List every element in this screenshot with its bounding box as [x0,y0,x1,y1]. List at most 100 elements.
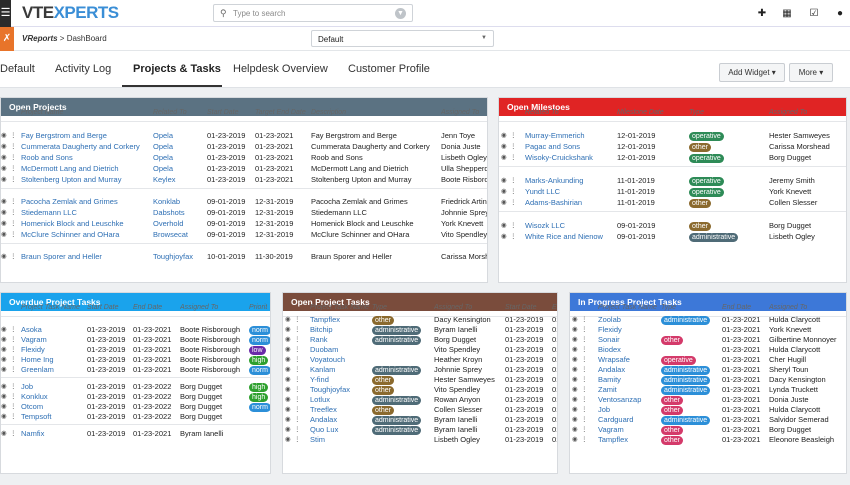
tasks-check-icon[interactable]: ☑ [808,8,820,20]
view-icon[interactable]: ◉ [1,152,7,163]
view-icon[interactable]: ◉ [1,251,7,262]
view-icon[interactable]: ◉ [501,130,507,141]
row-menu-icon[interactable]: ⋮ [294,434,301,445]
column-header[interactable]: End Date [133,302,162,313]
column-header[interactable]: Project Task Name [598,302,657,313]
column-header[interactable]: Project Task Name [310,302,369,313]
table-row[interactable]: ◉ ⋮ Tempsoft 01-23-2019 01-23-2022 Borg Dugge… [1,411,270,422]
column-header[interactable]: Assigned To [434,302,472,313]
record-link[interactable]: Braun Sporer and Heller [21,251,151,262]
column-header[interactable]: Type [372,302,387,313]
row-menu-icon[interactable]: ⋮ [10,163,17,174]
record-link[interactable]: Keylex [153,174,205,185]
tab-default[interactable]: Default [0,63,35,75]
column-header[interactable]: Assigned To [180,302,218,313]
record-link[interactable]: Pacocha Zemlak and Grimes [21,196,151,207]
row-menu-icon[interactable]: ⋮ [10,218,17,229]
record-link[interactable]: Pagac and Sons [525,141,617,152]
table-row[interactable]: ◉ ⋮ Cummerata Daugherty and Corkery Opela 01… [1,141,487,152]
table-row[interactable]: ◉ ⋮ Stiedemann LLC Dabshots 09-01-2019 12-31-… [1,207,487,218]
view-icon[interactable]: ◉ [1,364,7,375]
record-link[interactable]: Stim [310,434,370,445]
table-row[interactable]: ◉ ⋮ Fay Bergstrom and Berge Opela 01-23-2019… [1,130,487,141]
table-row[interactable]: ◉ ⋮ McDermott Lang and Dietrich Opela 01-23-… [1,163,487,174]
column-header[interactable]: Assigned To [441,107,479,118]
column-header[interactable]: Type [689,107,704,118]
record-link[interactable]: Tempsoft [21,411,85,422]
view-icon[interactable]: ◉ [501,186,507,197]
breadcrumb-app[interactable]: VReports [22,34,58,43]
row-menu-icon[interactable]: ⋮ [510,130,517,141]
search-box[interactable]: ⚲ Type to search ▼ [213,4,413,22]
column-header[interactable]: Assigned To [769,302,807,313]
column-header[interactable]: Project Task Name [21,302,80,313]
record-link[interactable]: Namfix [21,428,85,439]
view-icon[interactable]: ◉ [501,231,507,242]
view-icon[interactable]: ◉ [572,434,578,445]
table-row[interactable]: ◉ ⋮ Pacocha Zemlak and Grimes Konklab 09-01-… [1,196,487,207]
row-menu-icon[interactable]: ⋮ [581,434,588,445]
record-link[interactable]: Overhold [153,218,205,229]
table-row[interactable]: ◉ ⋮ Homenick Block and Leuschke Overhold 09-… [1,218,487,229]
tab-activity-log[interactable]: Activity Log [55,63,111,75]
row-menu-icon[interactable]: ⋮ [10,411,17,422]
row-menu-icon[interactable]: ⋮ [10,364,17,375]
record-link[interactable]: Opela [153,152,205,163]
row-menu-icon[interactable]: ⋮ [10,174,17,185]
row-menu-icon[interactable]: ⋮ [510,152,517,163]
column-header[interactable]: Target End Date [255,107,306,118]
column-header[interactable]: Priorit [249,302,267,313]
row-menu-icon[interactable]: ⋮ [510,197,517,208]
row-menu-icon[interactable]: ⋮ [10,251,17,262]
row-menu-icon[interactable]: ⋮ [510,220,517,231]
column-header[interactable]: Start Date [207,107,239,118]
column-header[interactable]: Start Date [505,302,537,313]
column-header[interactable]: Description [311,107,346,118]
column-header[interactable]: En [552,302,557,313]
tab-projects-tasks[interactable]: Projects & Tasks [133,63,221,75]
record-link[interactable]: McClure Schinner and OHara [21,229,151,240]
row-menu-icon[interactable]: ⋮ [510,141,517,152]
row-menu-icon[interactable]: ⋮ [10,207,17,218]
table-row[interactable]: ◉ ⋮ McClure Schinner and OHara Browsecat 09-… [1,229,487,240]
add-widget-button[interactable]: Add Widget ▾ [719,63,785,82]
table-row[interactable]: ◉ ⋮ Wisoky-Cruickshank 12-01-2019 operative B… [499,152,846,163]
column-header[interactable]: Related To [525,107,559,118]
record-link[interactable]: Browsecat [153,229,205,240]
view-icon[interactable]: ◉ [501,152,507,163]
menu-icon[interactable]: ☰ [0,0,11,27]
view-icon[interactable]: ◉ [1,411,7,422]
row-menu-icon[interactable]: ⋮ [10,152,17,163]
table-row[interactable]: ◉ ⋮ White Rice and Nienow 09-01-2019 adminis… [499,231,846,242]
table-row[interactable]: ◉ ⋮ Marks-Ankunding 11-01-2019 operative Jere… [499,175,846,186]
record-link[interactable]: Opela [153,130,205,141]
record-link[interactable]: Roob and Sons [21,152,151,163]
table-row[interactable]: ◉ ⋮ Braun Sporer and Heller Toughjoyfax 10-0… [1,251,487,262]
app-logo[interactable]: VTEXPERTS [22,3,119,23]
record-link[interactable]: Homenick Block and Leuschke [21,218,151,229]
row-menu-icon[interactable]: ⋮ [510,231,517,242]
record-link[interactable]: Cummerata Daugherty and Corkery [21,141,151,152]
record-link[interactable]: Murray-Emmerich [525,130,617,141]
row-menu-icon[interactable]: ⋮ [10,229,17,240]
view-icon[interactable]: ◉ [501,141,507,152]
column-header[interactable]: Assigned To [769,107,807,118]
table-row[interactable]: ◉ ⋮ Stoltenberg Upton and Murray Keylex 01-2… [1,174,487,185]
view-icon[interactable]: ◉ [1,174,7,185]
column-header[interactable]: Project Name [21,107,63,118]
view-icon[interactable]: ◉ [1,218,7,229]
column-header[interactable]: Start Date [87,302,119,313]
table-row[interactable]: ◉ ⋮ Tampflex other 01-23-2021 Eleonore Beasle… [570,434,846,445]
add-icon[interactable]: ✚ [756,8,768,20]
view-icon[interactable]: ◉ [1,428,7,439]
table-row[interactable]: ◉ ⋮ Adams-Bashirian 11-01-2019 other Collen S… [499,197,846,208]
view-icon[interactable]: ◉ [1,130,7,141]
more-button[interactable]: More ▾ [789,63,833,82]
table-row[interactable]: ◉ ⋮ Murray-Emmerich 12-01-2019 operative Hest… [499,130,846,141]
record-link[interactable]: Stoltenberg Upton and Murray [21,174,151,185]
view-icon[interactable]: ◉ [1,229,7,240]
table-row[interactable]: ◉ ⋮ Roob and Sons Opela 01-23-2019 01-23-2021… [1,152,487,163]
row-menu-icon[interactable]: ⋮ [10,428,17,439]
record-link[interactable]: Fay Bergstrom and Berge [21,130,151,141]
record-link[interactable]: Wisoky-Cruickshank [525,152,617,163]
